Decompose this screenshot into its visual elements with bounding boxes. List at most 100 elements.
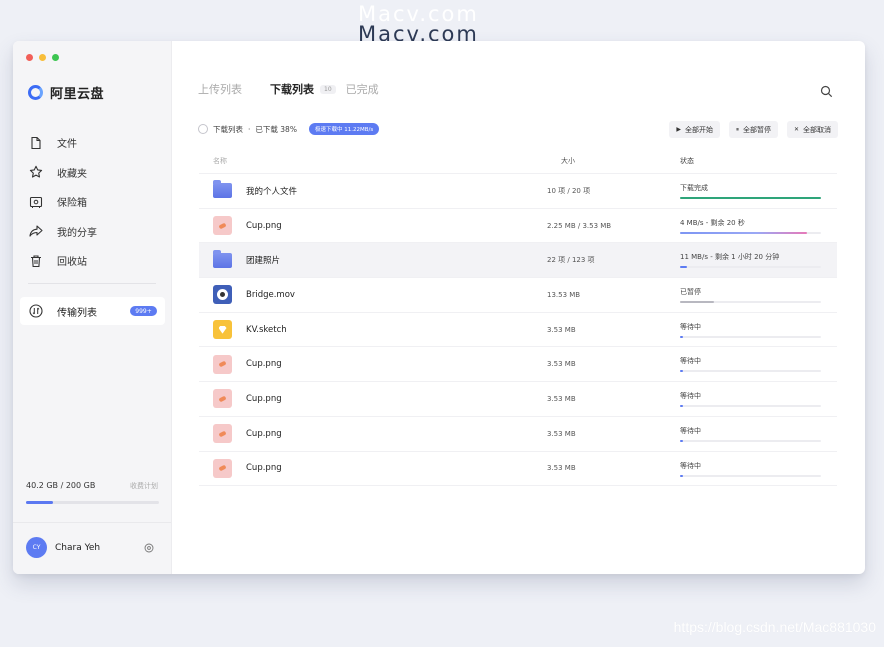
status-text: 11 MB/s - 剩余 1 小时 20 分钟 <box>680 253 780 262</box>
play-icon: ▶ <box>676 126 681 133</box>
pause-all-button[interactable]: ⏸ 全部暂停 <box>728 121 778 138</box>
trash-icon <box>29 254 43 268</box>
status-cell: 4 MB/s - 剩余 20 秒 <box>680 209 821 243</box>
progress-fill <box>680 197 821 199</box>
file-name-cell: Cup.png <box>199 354 547 374</box>
file-size: 22 项 / 123 项 <box>547 256 595 265</box>
app-logo-icon <box>28 85 43 100</box>
sidebar-footer-divider <box>13 522 171 523</box>
sidebar-item-trash[interactable]: 回收站 <box>13 246 171 276</box>
column-header-name[interactable]: 名称 <box>199 156 547 166</box>
zoom-window-button[interactable] <box>52 54 59 61</box>
file-name-cell: Cup.png <box>199 389 547 409</box>
safe-icon <box>29 195 43 209</box>
table-row[interactable]: Cup.png 3.53 MB 等待中 <box>199 417 837 452</box>
status-text: 等待中 <box>680 461 701 470</box>
table-row[interactable]: 我的个人文件 10 项 / 20 项 下载完成 <box>199 174 837 209</box>
storage-progress-fill <box>26 501 53 504</box>
file-size: 2.25 MB / 3.53 MB <box>547 221 612 230</box>
file-name-cell: Cup.png <box>199 424 547 444</box>
start-all-label: 全部开始 <box>684 125 713 134</box>
status-cell: 等待中 <box>680 313 821 347</box>
close-window-button[interactable] <box>26 54 33 61</box>
app-name: 阿里云盘 <box>50 87 105 102</box>
tab-download-list[interactable]: 下载列表 <box>270 81 314 97</box>
column-header-status[interactable]: 状态 <box>680 156 821 166</box>
table-body: 我的个人文件 10 项 / 20 项 下载完成 Cup.png 2.25 MB / 3.… <box>199 174 837 487</box>
progress-bar <box>680 474 821 477</box>
image-file-icon <box>213 389 232 409</box>
app-window: 阿里云盘 文件 收藏夹 保险箱 我的分享 回收站 传输列表 999+ 40.2 … <box>13 41 865 574</box>
file-name: 我的个人文件 <box>246 186 298 197</box>
sidebar-item-files[interactable]: 文件 <box>13 128 171 158</box>
sidebar-item-transfer-list[interactable]: 传输列表 999+ <box>20 297 165 325</box>
settings-icon[interactable] <box>144 543 154 553</box>
search-icon[interactable] <box>820 85 833 98</box>
storage-progress-bar <box>26 501 159 504</box>
download-count-badge: 10 <box>320 84 336 94</box>
image-file-icon <box>213 216 232 236</box>
storage-usage-text: 40.2 GB / 200 GB <box>26 481 96 490</box>
avatar: CY <box>26 537 47 558</box>
pause-all-label: 全部暂停 <box>742 125 771 134</box>
tab-upload-list[interactable]: 上传列表 <box>198 81 242 97</box>
cancel-all-button[interactable]: ✕ 全部取消 <box>786 121 838 138</box>
tab-completed[interactable]: 已完成 <box>346 81 379 97</box>
file-name: Cup.png <box>246 393 282 404</box>
file-name: Cup.png <box>246 428 282 439</box>
file-name: Cup.png <box>246 220 282 231</box>
table-row[interactable]: Cup.png 2.25 MB / 3.53 MB 4 MB/s - 剩余 20 秒 <box>199 209 837 244</box>
sidebar-divider <box>28 283 156 284</box>
progress-bar <box>680 335 821 338</box>
table-row[interactable]: KV.sketch 3.53 MB 等待中 <box>199 313 837 348</box>
status-cell: 等待中 <box>680 347 821 381</box>
file-name: Cup.png <box>246 463 282 474</box>
file-name: Cup.png <box>246 359 282 370</box>
image-file-icon <box>213 424 232 444</box>
progress-fill <box>680 335 683 338</box>
table-row[interactable]: Cup.png 3.53 MB 等待中 <box>199 452 837 487</box>
select-all-checkbox[interactable] <box>198 124 208 134</box>
sidebar-item-label: 收藏夹 <box>57 168 87 180</box>
progress-bar <box>680 266 821 269</box>
sidebar-nav: 文件 收藏夹 保险箱 我的分享 回收站 <box>13 128 171 276</box>
cancel-all-label: 全部取消 <box>803 125 831 134</box>
table-row[interactable]: 团建照片 22 项 / 123 项 11 MB/s - 剩余 1 小时 20 分钟 <box>199 243 837 279</box>
status-text: 4 MB/s - 剩余 20 秒 <box>680 218 745 227</box>
file-size: 3.53 MB <box>547 394 576 403</box>
progress-bar <box>680 439 821 442</box>
speed-badge: 极速下载中 11.22MB/s <box>308 123 380 135</box>
file-name-cell: 我的个人文件 <box>199 180 547 200</box>
sidebar-item-safe[interactable]: 保险箱 <box>13 187 171 217</box>
progress-fill <box>680 370 683 373</box>
status-cell: 已暂停 <box>680 278 821 312</box>
table-row[interactable]: Cup.png 3.53 MB 等待中 <box>199 347 837 383</box>
sidebar-item-my-shares[interactable]: 我的分享 <box>13 217 171 247</box>
minimize-window-button[interactable] <box>39 54 46 61</box>
start-all-button[interactable]: ▶ 全部开始 <box>669 121 720 138</box>
column-header-size[interactable]: 大小 <box>547 156 680 166</box>
user-profile[interactable]: CY Chara Yeh <box>26 537 100 558</box>
file-name-cell: Cup.png <box>199 458 547 478</box>
sidebar-item-favorites[interactable]: 收藏夹 <box>13 158 171 188</box>
file-name: 团建照片 <box>246 256 281 267</box>
download-status-row: 下载列表 · 已下载 38% 极速下载中 11.22MB/s <box>198 123 380 135</box>
transfer-icon <box>29 304 43 318</box>
transfer-count-badge: 999+ <box>130 306 157 316</box>
watermark-url: https://blog.csdn.net/Mac881030 <box>673 619 876 635</box>
pricing-plan-link[interactable]: 收费计划 <box>130 481 158 491</box>
transfer-tabs: 上传列表 下载列表 10 已完成 <box>198 81 379 97</box>
progress-bar <box>680 301 821 304</box>
progress-fill <box>680 439 683 442</box>
status-text: 等待中 <box>680 426 701 435</box>
user-name: Chara Yeh <box>55 542 101 553</box>
table-row[interactable]: Cup.png 3.53 MB 等待中 <box>199 382 837 417</box>
app-brand: 阿里云盘 <box>28 83 104 102</box>
file-icon <box>29 136 43 150</box>
status-cell: 等待中 <box>680 452 821 486</box>
download-table: 名称 大小 状态 我的个人文件 10 项 / 20 项 下载完成 Cup.png 2.2… <box>199 149 837 487</box>
file-name: KV.sketch <box>246 324 287 335</box>
progress-bar <box>680 370 821 373</box>
file-name-cell: 团建照片 <box>199 249 547 270</box>
table-row[interactable]: Bridge.mov 13.53 MB 已暂停 <box>199 278 837 313</box>
